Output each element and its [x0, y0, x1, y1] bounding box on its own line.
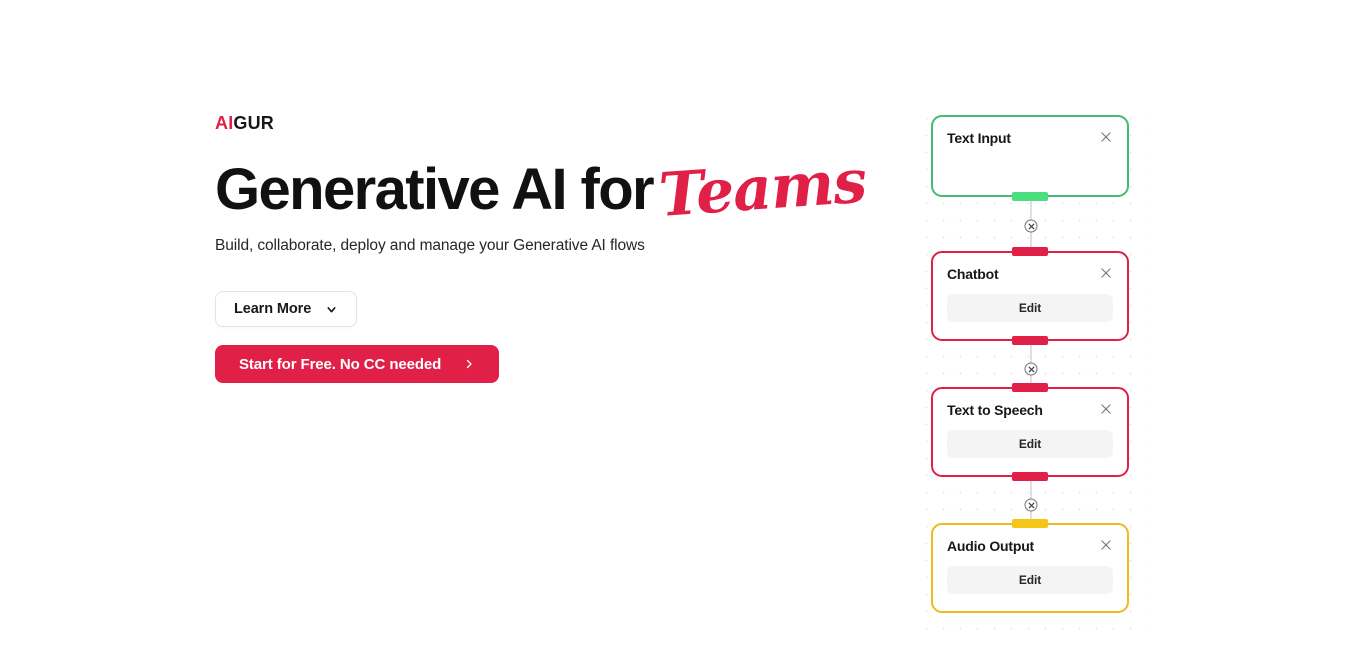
node-edit-button[interactable]: Edit	[947, 430, 1113, 458]
cta-label: Start for Free. No CC needed	[239, 355, 442, 373]
circle-x-icon[interactable]	[1024, 219, 1038, 233]
node-input-handle[interactable]	[1012, 383, 1048, 392]
node-title: Text to Speech	[947, 402, 1043, 418]
flow-node-text-input[interactable]: Text Input	[931, 115, 1129, 201]
node-input-handle[interactable]	[1012, 247, 1048, 256]
close-icon[interactable]	[1099, 538, 1113, 552]
node-output-handle[interactable]	[1012, 472, 1048, 481]
page-subtitle: Build, collaborate, deploy and manage yo…	[215, 237, 645, 254]
flow-node-text-to-speech[interactable]: Text to Speech Edit	[931, 383, 1129, 481]
node-title: Audio Output	[947, 538, 1035, 554]
learn-more-label: Learn More	[234, 301, 312, 317]
page-title: Generative AI forTeams	[215, 147, 868, 231]
headline-plain: Generative AI for	[215, 157, 655, 222]
node-input-handle[interactable]	[1012, 519, 1048, 528]
brand-logo[interactable]: AIGUR	[215, 112, 835, 134]
hero-actions: Learn More Start for Free. No CC needed	[215, 291, 835, 383]
circle-x-icon[interactable]	[1024, 498, 1038, 512]
circle-x-icon[interactable]	[1024, 362, 1038, 376]
close-icon[interactable]	[1099, 130, 1113, 144]
close-icon[interactable]	[1099, 266, 1113, 280]
node-edit-button[interactable]: Edit	[947, 294, 1113, 322]
node-header: Chatbot	[947, 265, 1113, 283]
node-header: Text Input	[947, 129, 1113, 147]
node-header: Audio Output	[947, 537, 1113, 555]
learn-more-button[interactable]: Learn More	[215, 291, 358, 327]
node-output-handle[interactable]	[1012, 336, 1048, 345]
headline-script: Teams	[656, 146, 869, 231]
chevron-down-icon	[325, 303, 338, 316]
close-icon[interactable]	[1099, 402, 1113, 416]
flow-canvas[interactable]: Text Input Chatbot Edit Text to Speech E…	[915, 105, 1147, 630]
node-edit-button[interactable]: Edit	[947, 566, 1113, 594]
node-title: Text Input	[947, 130, 1011, 146]
flow-node-chatbot[interactable]: Chatbot Edit	[931, 247, 1129, 345]
node-title: Chatbot	[947, 266, 999, 282]
node-header: Text to Speech	[947, 401, 1113, 419]
brand-logo-ai: AI	[215, 113, 234, 133]
hero-section: AIGUR Generative AI forTeams Build, coll…	[215, 112, 868, 383]
node-output-handle[interactable]	[1012, 192, 1048, 201]
brand-logo-gur: GUR	[233, 113, 275, 133]
chevron-right-icon	[463, 358, 475, 370]
landing-page: AIGUR Generative AI forTeams Build, coll…	[0, 0, 1366, 651]
start-for-free-button[interactable]: Start for Free. No CC needed	[215, 345, 500, 383]
flow-node-audio-output[interactable]: Audio Output Edit	[931, 519, 1129, 613]
